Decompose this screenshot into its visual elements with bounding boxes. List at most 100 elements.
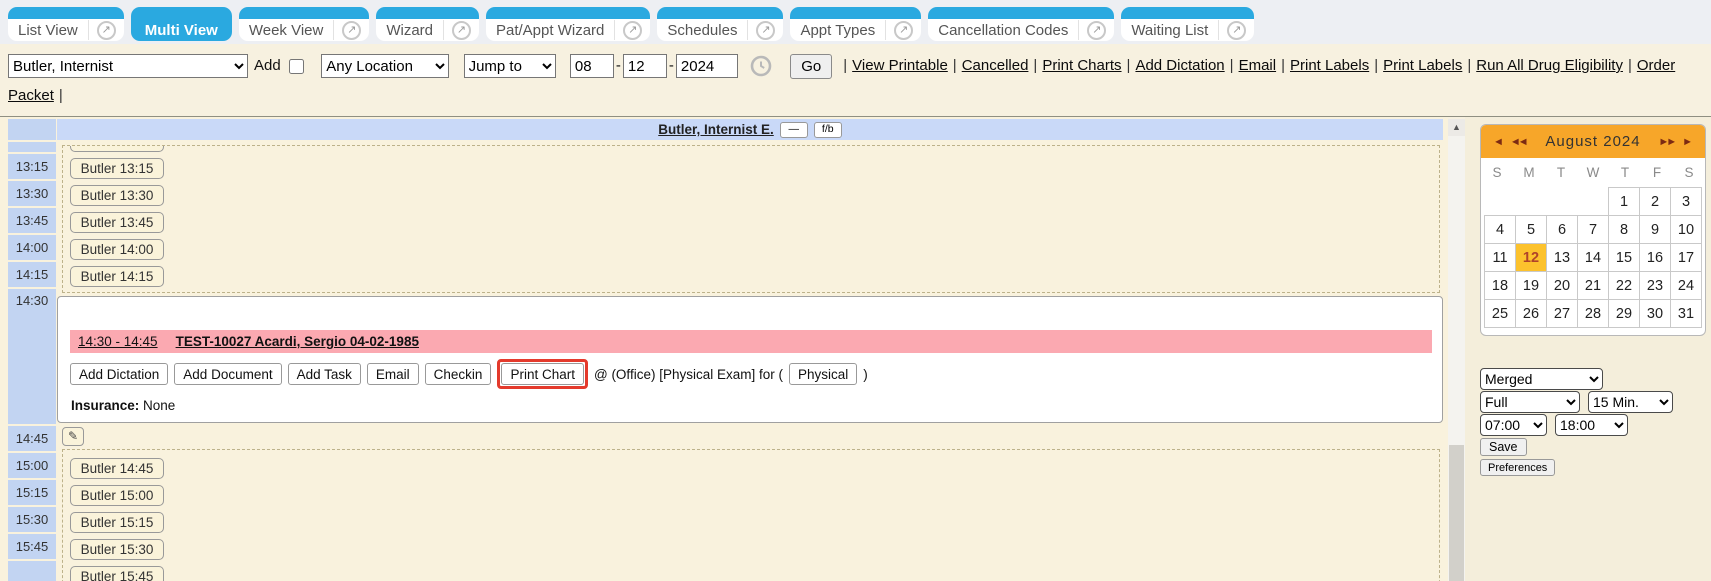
prev-year-icon[interactable]: ◄◄ <box>1507 136 1529 148</box>
link-email[interactable]: Email <box>1239 57 1277 74</box>
tab-appt-types[interactable]: Appt Types ↗ <box>790 7 921 41</box>
tab-open-new[interactable]: ↗ <box>747 20 783 40</box>
date-year-input[interactable] <box>676 54 738 78</box>
end-time-select[interactable]: 18:00 <box>1555 414 1628 436</box>
calendar-day[interactable]: 27 <box>1546 299 1578 328</box>
go-button[interactable]: Go <box>790 54 832 79</box>
schedule-scrollbar[interactable]: ▲ <box>1448 119 1465 581</box>
slot-button[interactable]: Butler 14:00 <box>70 239 164 260</box>
calendar-day[interactable]: 1 <box>1608 187 1640 216</box>
tab-open-new[interactable]: ↗ <box>443 20 479 40</box>
slot-button[interactable]: Butler 13:15 <box>70 158 164 179</box>
calendar-day[interactable]: 17 <box>1670 243 1702 272</box>
link-print-charts[interactable]: Print Charts <box>1042 57 1121 74</box>
interval-select[interactable]: 15 Min. <box>1588 391 1673 413</box>
tab-wizard[interactable]: Wizard ↗ <box>376 7 479 41</box>
calendar-day[interactable]: 26 <box>1515 299 1547 328</box>
slot-button[interactable]: Butler 13:00 <box>70 145 164 152</box>
tab-multi-view[interactable]: Multi View <box>131 7 232 41</box>
tab-list-view[interactable]: List View ↗ <box>8 7 124 41</box>
calendar-day[interactable]: 15 <box>1608 243 1640 272</box>
tab-open-new[interactable]: ↗ <box>88 20 124 40</box>
slot-button[interactable]: Butler 15:15 <box>70 512 164 533</box>
jump-to-select[interactable]: Jump to <box>464 54 556 78</box>
minimize-column-button[interactable]: — <box>780 122 808 138</box>
tab-week-view[interactable]: Week View ↗ <box>239 7 369 41</box>
tab-open-new[interactable]: ↗ <box>885 20 921 40</box>
slot-button[interactable]: Butler 15:00 <box>70 485 164 506</box>
calendar-day[interactable]: 10 <box>1670 215 1702 244</box>
calendar-day[interactable]: 11 <box>1484 243 1516 272</box>
fb-button[interactable]: f/b <box>814 122 842 138</box>
prev-month-icon[interactable]: ◄ <box>1490 136 1507 148</box>
slot-button[interactable]: Butler 14:15 <box>70 266 164 287</box>
calendar-day[interactable]: 9 <box>1639 215 1671 244</box>
tab-open-new[interactable]: ↗ <box>1078 20 1114 40</box>
slot-button[interactable]: Butler 13:30 <box>70 185 164 206</box>
calendar-day[interactable]: 30 <box>1639 299 1671 328</box>
calendar-day[interactable]: 29 <box>1608 299 1640 328</box>
link-add-dictation[interactable]: Add Dictation <box>1135 57 1224 74</box>
slot-button[interactable]: Butler 15:45 <box>70 566 164 581</box>
clock-icon[interactable] <box>750 55 772 77</box>
view-mode-select[interactable]: Merged <box>1480 368 1603 390</box>
calendar-day[interactable]: 19 <box>1515 271 1547 300</box>
appointment-time-link[interactable]: 14:30 - 14:45 <box>78 334 158 349</box>
save-button[interactable]: Save <box>1480 438 1527 456</box>
start-time-select[interactable]: 07:00 <box>1480 414 1547 436</box>
email-button[interactable]: Email <box>367 363 419 385</box>
calendar-day[interactable]: 24 <box>1670 271 1702 300</box>
date-month-input[interactable] <box>570 54 614 78</box>
tab-open-new[interactable]: ↗ <box>1218 20 1254 40</box>
provider-select[interactable]: Butler, Internist <box>8 54 248 78</box>
add-dictation-button[interactable]: Add Dictation <box>70 363 168 385</box>
calendar-day[interactable]: 4 <box>1484 215 1516 244</box>
tab-schedules[interactable]: Schedules ↗ <box>657 7 783 41</box>
scrollbar-thumb[interactable] <box>1449 445 1464 581</box>
calendar-day[interactable]: 16 <box>1639 243 1671 272</box>
calendar-day[interactable]: 6 <box>1546 215 1578 244</box>
calendar-day[interactable]: 5 <box>1515 215 1547 244</box>
calendar-day[interactable]: 23 <box>1639 271 1671 300</box>
calendar-day[interactable]: 31 <box>1670 299 1702 328</box>
location-select[interactable]: Any Location <box>321 54 449 78</box>
add-checkbox[interactable] <box>289 59 304 74</box>
calendar-day[interactable]: 20 <box>1546 271 1578 300</box>
add-document-button[interactable]: Add Document <box>174 363 281 385</box>
link-cancelled[interactable]: Cancelled <box>962 57 1029 74</box>
size-select[interactable]: Full <box>1480 391 1580 413</box>
print-chart-button[interactable]: Print Chart <box>501 363 584 385</box>
provider-header-link[interactable]: Butler, Internist E. <box>658 122 774 137</box>
tab-open-new[interactable]: ↗ <box>333 20 369 40</box>
tab-cancellation-codes[interactable]: Cancellation Codes ↗ <box>928 7 1114 41</box>
tab-pat-appt-wizard[interactable]: Pat/Appt Wizard ↗ <box>486 7 650 41</box>
patient-link[interactable]: TEST-10027 Acardi, Sergio 04-02-1985 <box>176 334 419 349</box>
slot-button[interactable]: Butler 15:30 <box>70 539 164 560</box>
add-task-button[interactable]: Add Task <box>288 363 361 385</box>
scrollbar-up-button[interactable]: ▲ <box>1448 119 1465 136</box>
calendar-day[interactable]: 28 <box>1577 299 1609 328</box>
date-day-input[interactable] <box>623 54 667 78</box>
appointment-type-button[interactable]: Physical <box>789 363 857 385</box>
calendar-day[interactable]: 13 <box>1546 243 1578 272</box>
calendar-day[interactable]: 22 <box>1608 271 1640 300</box>
checkin-button[interactable]: Checkin <box>425 363 492 385</box>
calendar-day[interactable]: 7 <box>1577 215 1609 244</box>
calendar-day[interactable]: 14 <box>1577 243 1609 272</box>
next-month-icon[interactable]: ► <box>1679 136 1696 148</box>
link-run-all-drug-eligibility[interactable]: Run All Drug Eligibility <box>1476 57 1623 74</box>
calendar-day[interactable]: 21 <box>1577 271 1609 300</box>
calendar-day[interactable]: 8 <box>1608 215 1640 244</box>
tab-open-new[interactable]: ↗ <box>614 20 650 40</box>
calendar-day[interactable]: 25 <box>1484 299 1516 328</box>
calendar-day[interactable]: 3 <box>1670 187 1702 216</box>
next-year-icon[interactable]: ►► <box>1655 136 1677 148</box>
calendar-day-selected[interactable]: 12 <box>1515 243 1547 272</box>
link-print-labels-1[interactable]: Print Labels <box>1290 57 1369 74</box>
link-print-labels-2[interactable]: Print Labels <box>1383 57 1462 74</box>
calendar-day[interactable]: 18 <box>1484 271 1516 300</box>
edit-slot-button[interactable]: ✎ <box>62 427 84 446</box>
tab-waiting-list[interactable]: Waiting List ↗ <box>1121 7 1254 41</box>
preferences-button[interactable]: Preferences <box>1480 459 1555 476</box>
link-view-printable[interactable]: View Printable <box>852 57 948 74</box>
